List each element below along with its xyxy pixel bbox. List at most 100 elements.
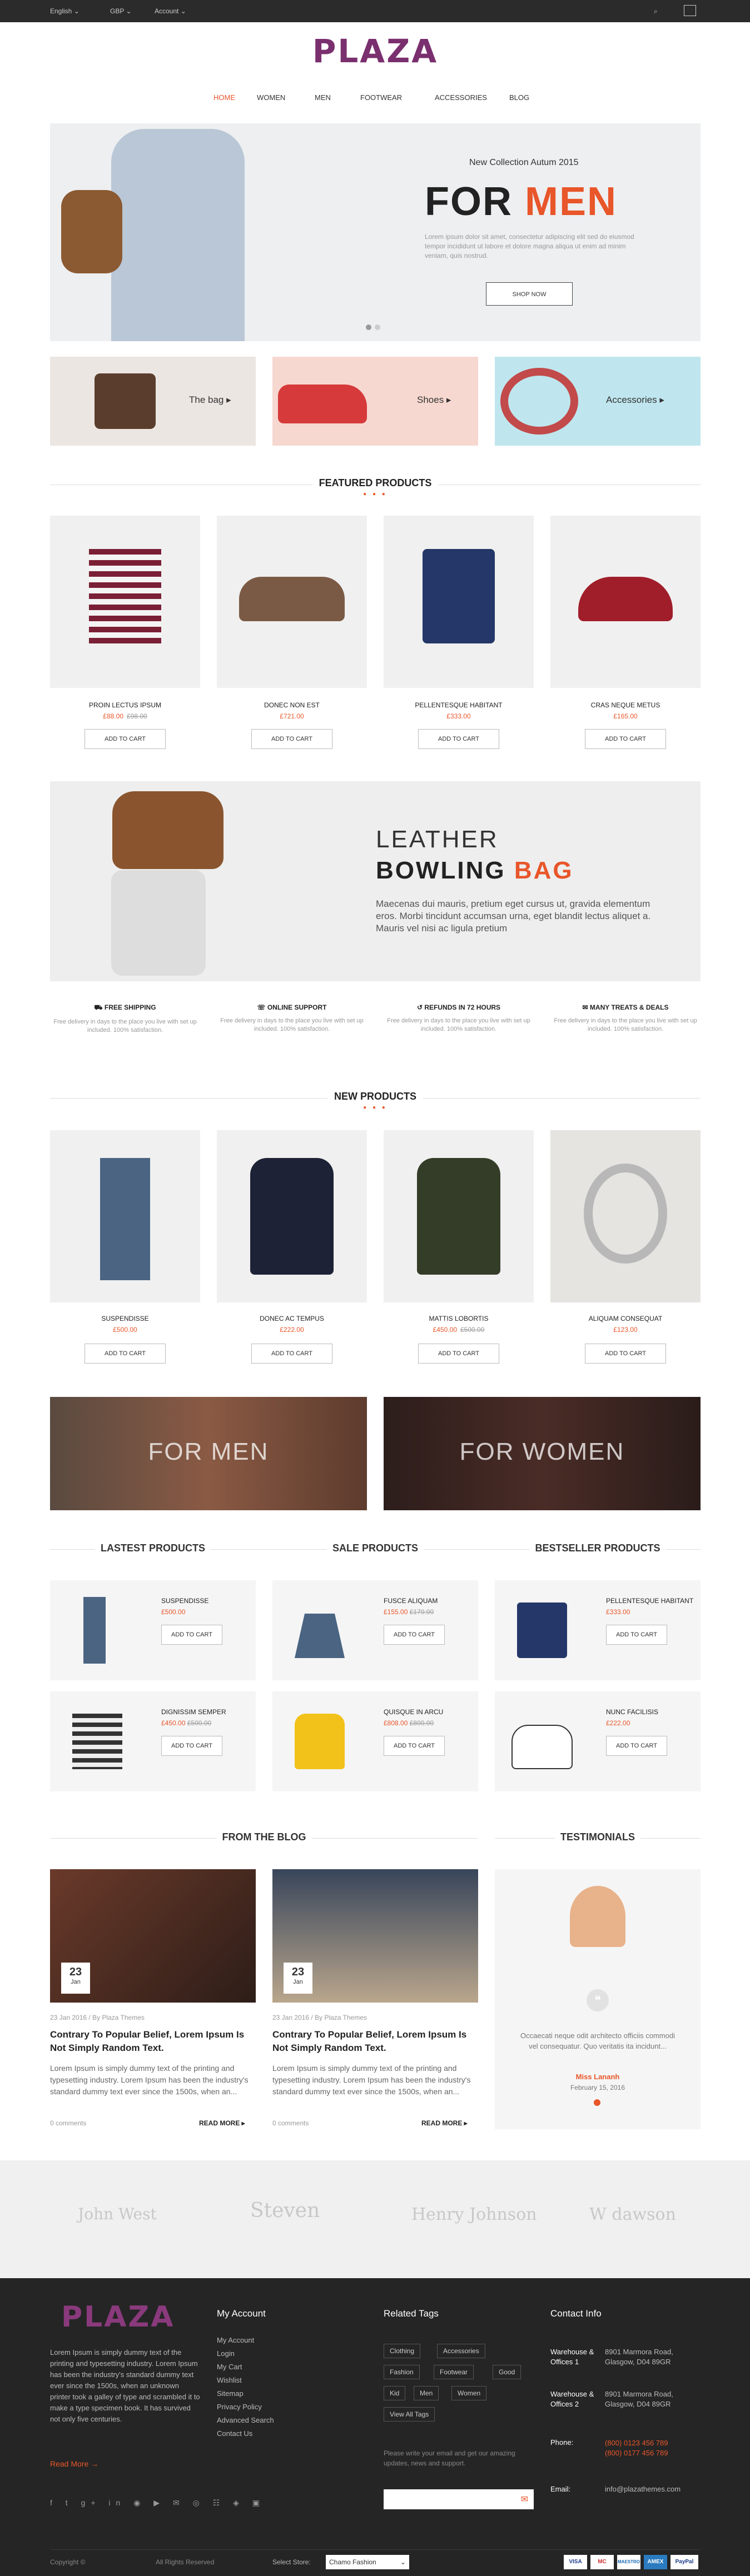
add-to-cart-button[interactable]: ADD TO CART	[161, 1736, 222, 1756]
list-item[interactable]: FUSCE ALIQUAM £155.00 £170.00 ADD TO CAR…	[272, 1580, 478, 1680]
brand-logo[interactable]: W dawson	[589, 2205, 676, 2224]
product-name[interactable]: SUSPENDISSE	[161, 1597, 208, 1605]
brand-logo[interactable]: John West	[78, 2205, 157, 2223]
send-icon[interactable]: ✉	[521, 2494, 528, 2505]
add-to-cart-button[interactable]: ADD TO CART	[606, 1625, 667, 1645]
read-more-link[interactable]: Read More →	[50, 2459, 98, 2468]
list-item[interactable]: NUNC FACILISIS £222.00 ADD TO CART	[495, 1691, 701, 1791]
nav-men[interactable]: Men	[315, 93, 331, 102]
tag[interactable]: Footwear	[434, 2365, 474, 2379]
product-name[interactable]: PELLENTESQUE HABITANT	[384, 701, 534, 709]
tag[interactable]: Clothing	[384, 2344, 421, 2358]
add-to-cart-button[interactable]: ADD TO CART	[606, 1736, 667, 1756]
brand-logo[interactable]: Henry Johnson	[411, 2205, 537, 2224]
banner-shoes[interactable]: Shoes ▸	[272, 357, 478, 446]
post-title[interactable]: Contrary To Popular Belief, Lorem Ipsum …	[272, 2028, 478, 2055]
account-link[interactable]: My Account	[217, 2334, 254, 2347]
cart-icon[interactable]	[684, 5, 696, 16]
read-more-link[interactable]: READ MORE ▸	[421, 2119, 468, 2127]
nav-accessories[interactable]: Accessories	[435, 93, 487, 102]
product-name[interactable]: NUNC FACILISIS	[606, 1708, 658, 1716]
product-image[interactable]	[50, 1130, 200, 1302]
slider-dot-2[interactable]	[375, 325, 380, 330]
contact-value[interactable]: info@plazathemes.com	[605, 2485, 699, 2493]
footer-logo[interactable]: PLAZA	[61, 2300, 175, 2334]
account-link[interactable]: Sitemap	[217, 2387, 244, 2400]
product-name[interactable]: PROIN LECTUS IPSUM	[50, 701, 200, 709]
social-icons[interactable]: f t g+ in ◉ ▶ ✉ ◎ ☷ ◈ ▣	[50, 2498, 265, 2508]
account-link[interactable]: Privacy Policy	[217, 2400, 262, 2414]
tag[interactable]: Kid	[384, 2386, 406, 2400]
tag[interactable]: Women	[451, 2386, 487, 2400]
banner-bag[interactable]: The bag ▸	[50, 357, 256, 446]
tag[interactable]: Good	[493, 2365, 521, 2379]
tag[interactable]: Fashion	[384, 2365, 420, 2379]
list-item[interactable]: PELLENTESQUE HABITANT £333.00 ADD TO CAR…	[495, 1580, 701, 1680]
product-name[interactable]: PELLENTESQUE HABITANT	[606, 1597, 693, 1605]
banner-accessories[interactable]: Accessories ▸	[495, 357, 701, 446]
post-comments[interactable]: 0 comments	[272, 2119, 309, 2127]
product-image[interactable]	[384, 516, 534, 688]
product-image[interactable]	[50, 516, 200, 688]
list-item[interactable]: QUISQUE IN ARCU £808.00 £800.00 ADD TO C…	[272, 1691, 478, 1791]
account-link[interactable]: My Cart	[217, 2360, 242, 2374]
add-to-cart-button[interactable]: ADD TO CART	[384, 1625, 445, 1645]
add-to-cart-button[interactable]: ADD TO CART	[161, 1625, 222, 1645]
nav-footwear[interactable]: Footwear	[360, 93, 402, 102]
account-link[interactable]: Wishlist	[217, 2374, 242, 2387]
search-icon[interactable]: ⌕	[654, 7, 658, 16]
add-to-cart-button[interactable]: ADD TO CART	[585, 729, 666, 749]
product-name[interactable]: ALIQUAM CONSEQUAT	[550, 1315, 701, 1322]
account-menu[interactable]: Account ⌄	[155, 7, 186, 15]
product-name[interactable]: DONEC NON EST	[217, 701, 367, 709]
bowling-bag-banner[interactable]: LEATHER BOWLING BAG Maecenas dui mauris,…	[50, 781, 701, 981]
nav-blog[interactable]: Blog	[509, 93, 529, 102]
site-logo[interactable]: PLAZA	[300, 32, 450, 70]
product-image[interactable]	[550, 1130, 701, 1302]
account-link[interactable]: Contact Us	[217, 2427, 252, 2440]
tag[interactable]: Men	[414, 2386, 439, 2400]
product-name[interactable]: QUISQUE IN ARCU	[384, 1708, 443, 1716]
add-to-cart-button[interactable]: ADD TO CART	[251, 1344, 332, 1364]
brand-logo[interactable]: Steven	[250, 2199, 320, 2222]
add-to-cart-button[interactable]: ADD TO CART	[85, 1344, 166, 1364]
promo-for-women[interactable]: FOR WOMEN	[384, 1397, 701, 1510]
product-image[interactable]	[384, 1130, 534, 1302]
product-name[interactable]: DIGNISSIM SEMPER	[161, 1708, 226, 1716]
currency-selector[interactable]: GBP ⌄	[110, 7, 132, 15]
add-to-cart-button[interactable]: ADD TO CART	[418, 1344, 499, 1364]
product-name[interactable]: CRAS NEQUE METUS	[550, 701, 701, 709]
tag[interactable]: Accessories	[437, 2344, 485, 2358]
add-to-cart-button[interactable]: ADD TO CART	[384, 1736, 445, 1756]
post-title[interactable]: Contrary To Popular Belief, Lorem Ipsum …	[50, 2028, 256, 2055]
post-comments[interactable]: 0 comments	[50, 2119, 86, 2127]
blog-image[interactable]: 23 Jan	[272, 1869, 478, 2003]
product-name[interactable]: FUSCE ALIQUAM	[384, 1597, 438, 1605]
add-to-cart-button[interactable]: ADD TO CART	[251, 729, 332, 749]
slider-dot-1[interactable]	[366, 325, 371, 330]
read-more-link[interactable]: READ MORE ▸	[199, 2119, 245, 2127]
nav-women[interactable]: Women	[257, 93, 285, 102]
product-image[interactable]	[550, 516, 701, 688]
list-item[interactable]: SUSPENDISSE £500.00 ADD TO CART	[50, 1580, 256, 1680]
shop-now-button[interactable]: SHOP NOW	[486, 282, 573, 306]
testimonial-dot[interactable]	[594, 2099, 600, 2106]
nav-home[interactable]: Home	[213, 93, 235, 102]
account-link[interactable]: Advanced Search	[217, 2414, 274, 2427]
product-image[interactable]	[217, 1130, 367, 1302]
promo-for-men[interactable]: FOR MEN	[50, 1397, 367, 1510]
add-to-cart-button[interactable]: ADD TO CART	[85, 729, 166, 749]
add-to-cart-button[interactable]: ADD TO CART	[418, 729, 499, 749]
product-name[interactable]: SUSPENDISSE	[50, 1315, 200, 1322]
account-link[interactable]: Login	[217, 2347, 235, 2360]
newsletter-input[interactable]: ✉	[384, 2489, 534, 2509]
list-item[interactable]: DIGNISSIM SEMPER £450.00 £500.00 ADD TO …	[50, 1691, 256, 1791]
add-to-cart-button[interactable]: ADD TO CART	[585, 1344, 666, 1364]
language-selector[interactable]: English ⌄	[50, 7, 80, 15]
product-name[interactable]: MATTIS LOBORTIS	[384, 1315, 534, 1322]
store-select[interactable]: Chamo Fashion ⌄	[326, 2555, 409, 2569]
blog-image[interactable]: 23 Jan	[50, 1869, 256, 2003]
tag[interactable]: View All Tags	[384, 2407, 435, 2422]
product-image[interactable]	[217, 516, 367, 688]
product-name[interactable]: DONEC AC TEMPUS	[217, 1315, 367, 1322]
